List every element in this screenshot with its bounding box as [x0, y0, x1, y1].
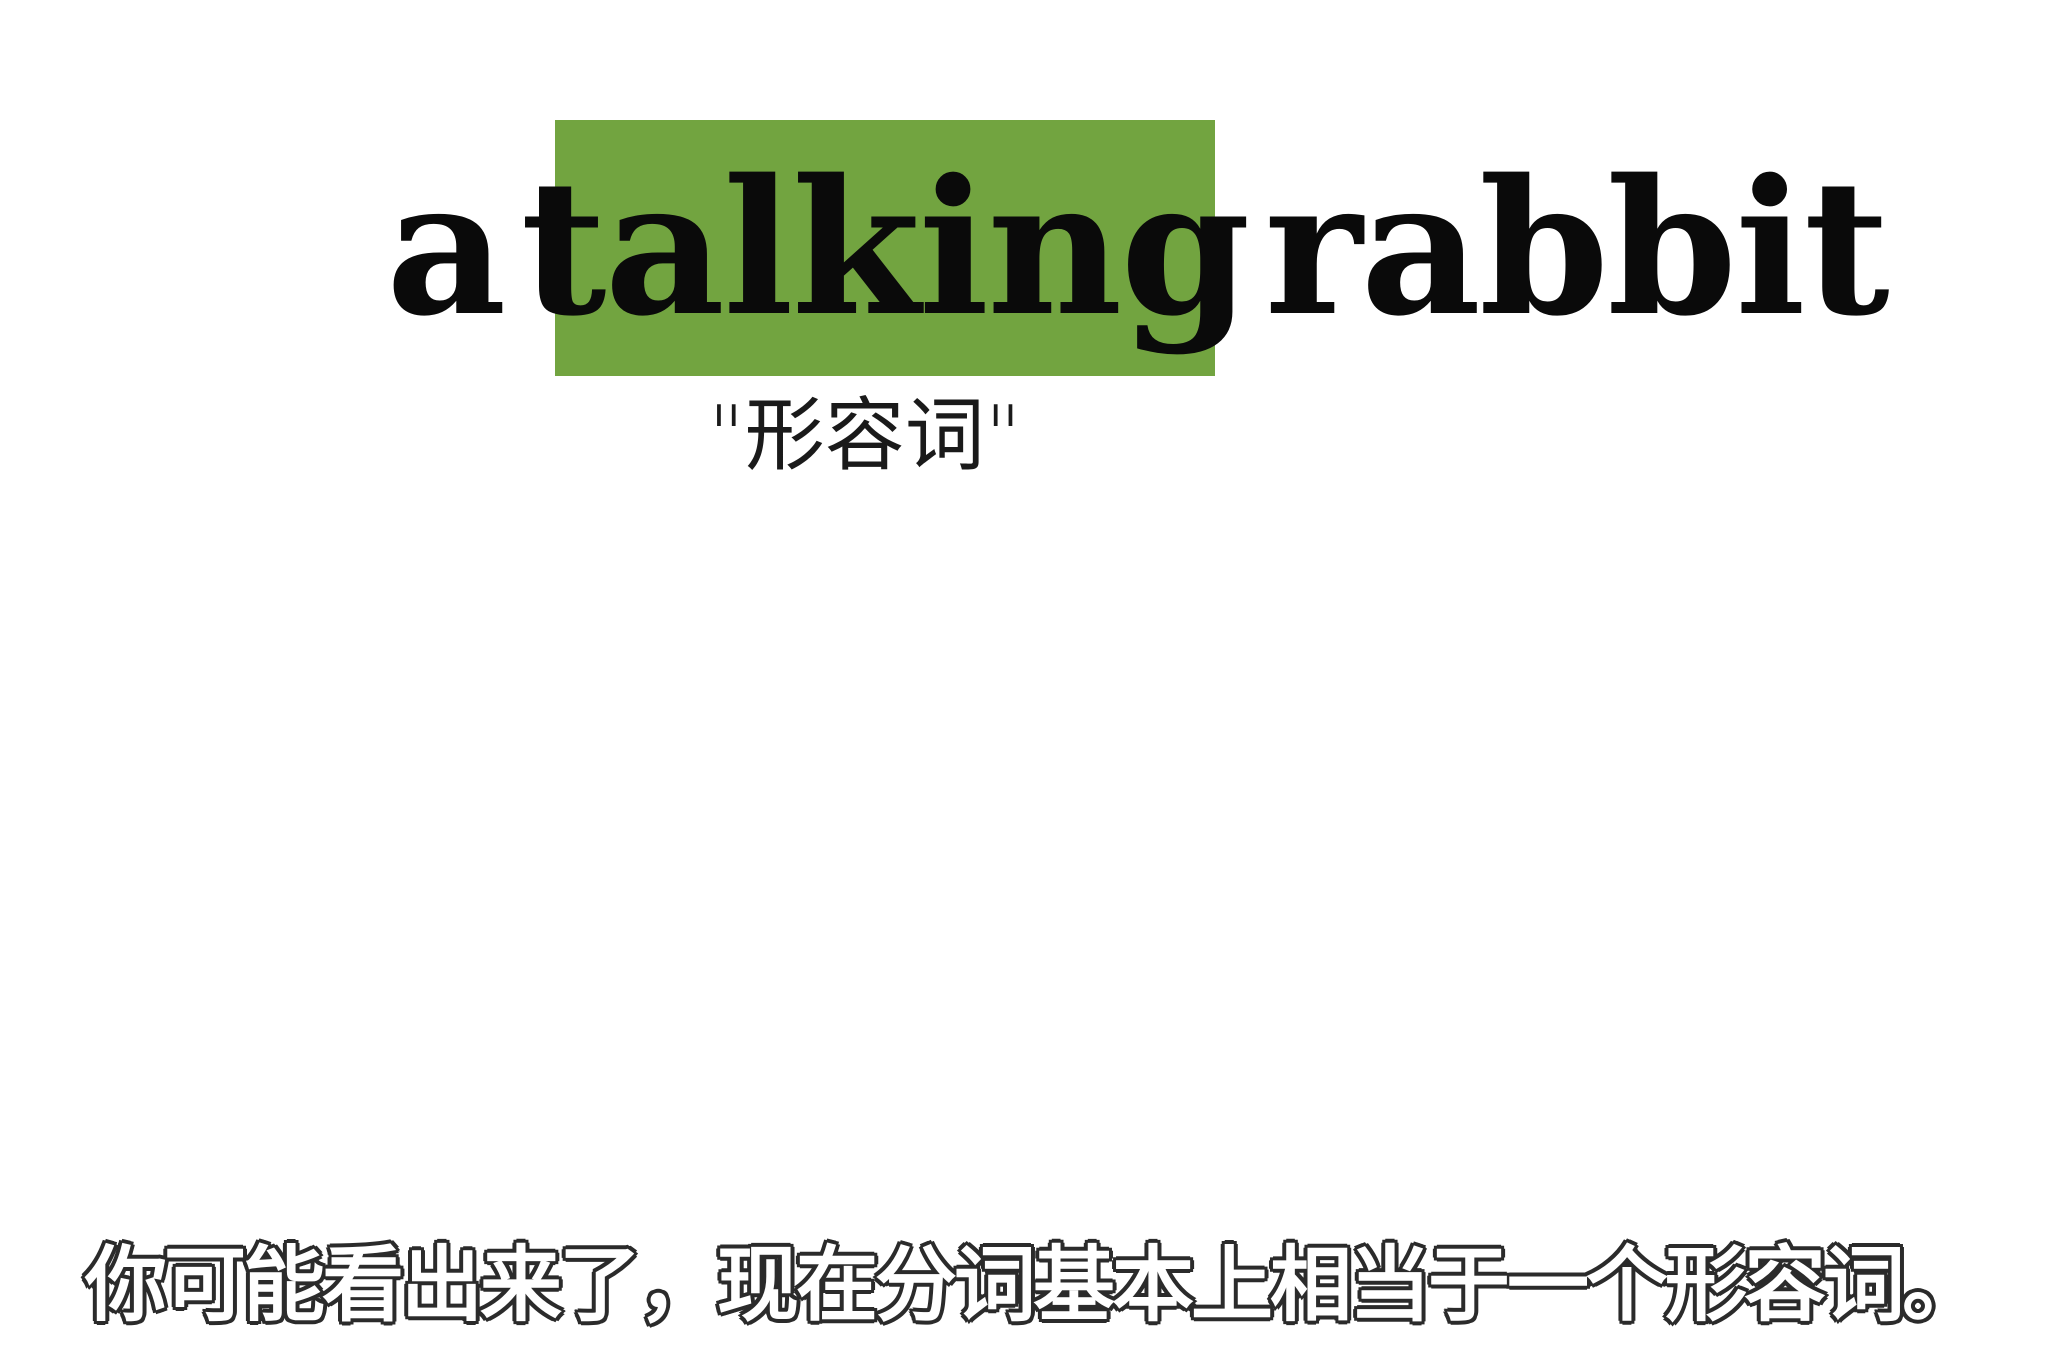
article-word: a [386, 138, 507, 357]
part-of-speech-label: "形容词" [708, 389, 1022, 482]
example-phrase: a talking rabbit [386, 120, 1890, 376]
participle-word: talking [520, 138, 1251, 357]
highlight-box: talking [521, 120, 1250, 376]
subtitle-caption: 你可能看出来了，现在分词基本上相当于一个形容词。 [83, 1238, 1986, 1333]
noun-word: rabbit [1264, 138, 1890, 357]
